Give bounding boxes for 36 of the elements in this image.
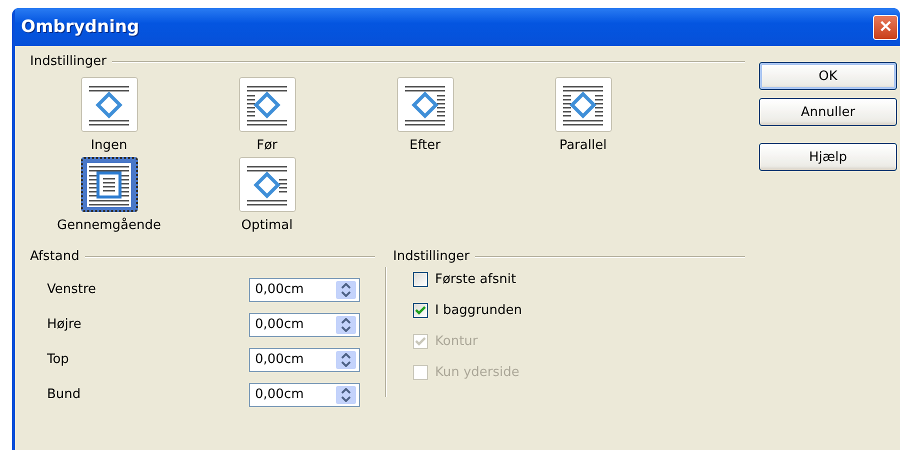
spin-button[interactable] xyxy=(336,316,356,334)
checkbox-label: Første afsnit xyxy=(435,272,516,287)
spin-button[interactable] xyxy=(336,350,356,368)
section-heading: Indstillinger xyxy=(30,54,106,69)
wrap-option-label: Efter xyxy=(409,138,440,153)
checkbox[interactable] xyxy=(413,303,428,318)
check-icon xyxy=(415,306,426,315)
dialog-button[interactable]: OK xyxy=(759,62,897,90)
field-label: Venstre xyxy=(47,282,96,297)
checkbox-label: Kun yderside xyxy=(435,365,520,380)
wrap-option-label: Før xyxy=(256,138,278,153)
spin-button[interactable] xyxy=(336,280,356,298)
wrap-option-label: Ingen xyxy=(90,138,128,153)
section-heading: Afstand xyxy=(30,249,80,264)
wrap-option-label: Optimal xyxy=(241,218,293,233)
checkbox-label: Kontur xyxy=(435,334,478,349)
field-label: Bund xyxy=(47,387,81,402)
wrap-option-button[interactable] xyxy=(80,157,138,212)
checkbox[interactable] xyxy=(413,272,428,287)
up-down-arrows-icon xyxy=(341,282,351,296)
wrap-through-icon xyxy=(87,162,131,206)
field-label: Højre xyxy=(47,317,82,332)
window-title: Ombrydning xyxy=(21,17,140,37)
checkbox-label: I baggrunden xyxy=(435,303,522,318)
spin-button[interactable] xyxy=(336,386,356,404)
field-label: Top xyxy=(47,352,69,367)
dialog-button[interactable]: Hjælp xyxy=(759,143,897,171)
section-heading: Indstillinger xyxy=(393,249,470,264)
wrap-option-label: Parallel xyxy=(559,138,607,153)
wrap-option-label: Gennemgående xyxy=(57,218,161,233)
up-down-arrows-icon xyxy=(341,352,351,366)
up-down-arrows-icon xyxy=(341,388,351,402)
dialog-button[interactable]: Annuller xyxy=(759,98,897,126)
up-down-arrows-icon xyxy=(341,318,351,332)
check-icon xyxy=(415,337,426,346)
close-button[interactable]: ✕ xyxy=(873,14,898,40)
